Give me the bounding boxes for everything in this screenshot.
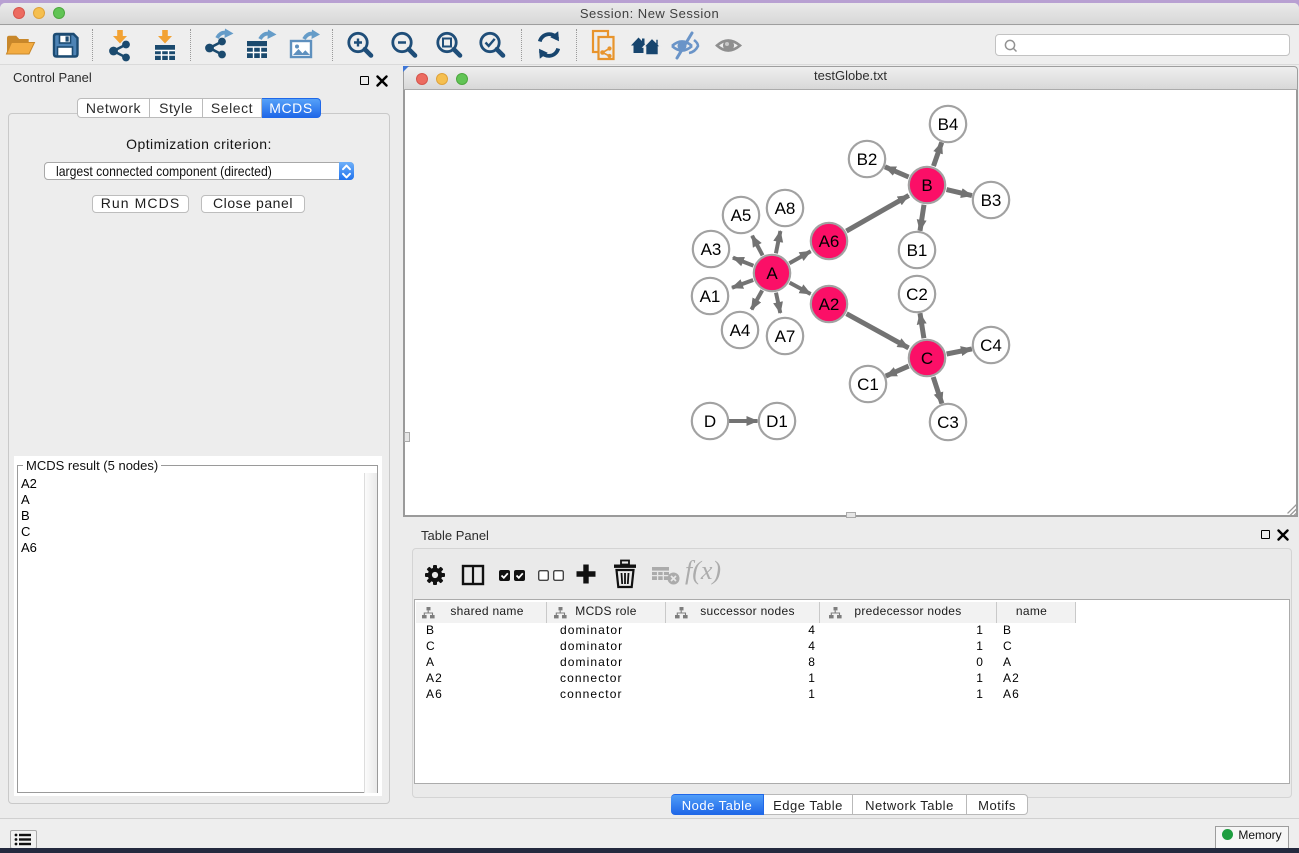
svg-text:D: D	[704, 412, 716, 431]
svg-text:A6: A6	[819, 232, 840, 251]
svg-text:A2: A2	[819, 295, 840, 314]
svg-text:A7: A7	[775, 327, 796, 346]
svg-text:A5: A5	[731, 206, 752, 225]
svg-text:B3: B3	[981, 191, 1002, 210]
svg-text:D1: D1	[766, 412, 788, 431]
svg-text:C2: C2	[906, 285, 928, 304]
svg-text:C: C	[921, 349, 933, 368]
svg-text:A3: A3	[701, 240, 722, 259]
svg-text:B4: B4	[938, 115, 959, 134]
svg-text:C3: C3	[937, 413, 959, 432]
svg-text:C4: C4	[980, 336, 1002, 355]
svg-text:A4: A4	[730, 321, 751, 340]
svg-text:A1: A1	[700, 287, 721, 306]
svg-text:A8: A8	[775, 199, 796, 218]
svg-text:C1: C1	[857, 375, 879, 394]
svg-text:A: A	[766, 264, 778, 283]
svg-text:B: B	[921, 176, 932, 195]
svg-text:B2: B2	[857, 150, 878, 169]
svg-text:B1: B1	[907, 241, 928, 260]
